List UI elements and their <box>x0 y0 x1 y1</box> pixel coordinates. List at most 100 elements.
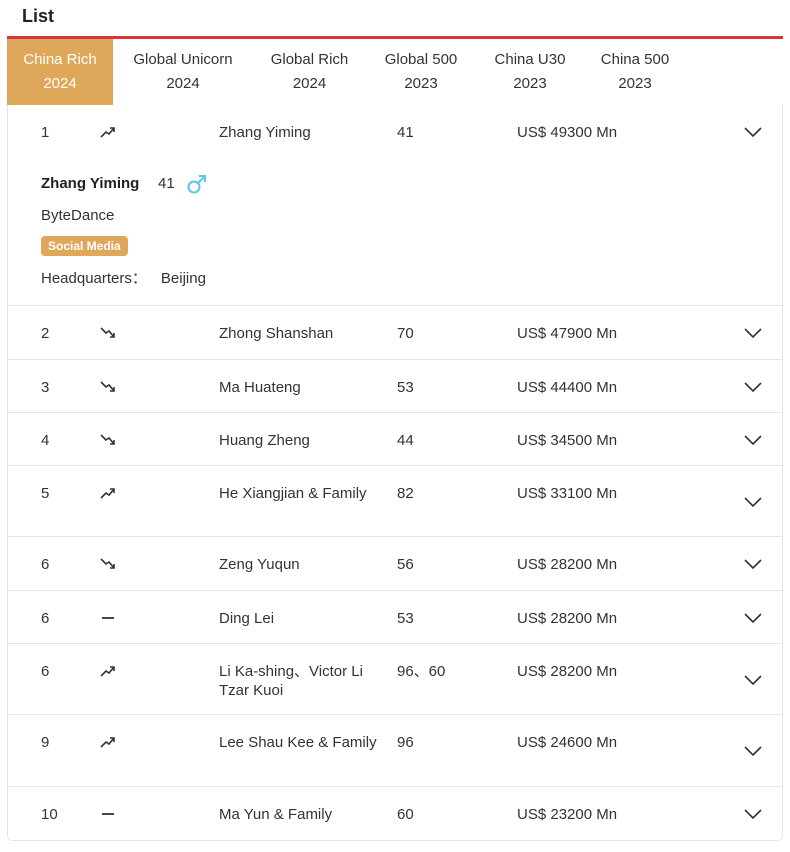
net-worth: US$ 28200 Mn <box>517 556 618 573</box>
trend-flat-icon <box>100 806 116 822</box>
page-title: List <box>22 6 55 26</box>
tab-label: China 500 <box>600 51 670 68</box>
trend-up-icon <box>100 124 116 140</box>
rank-number: 9 <box>41 734 50 751</box>
person-age: 53 <box>397 610 414 627</box>
tab-year: 2024 <box>292 75 327 92</box>
rank-number: 4 <box>41 432 50 449</box>
chevron-down-icon[interactable] <box>744 612 762 624</box>
person-age: 41 <box>397 124 414 141</box>
tab-china-500-2023[interactable]: China 500 2023 <box>590 39 680 105</box>
tab-label: Global Unicorn <box>133 51 233 68</box>
net-worth: US$ 34500 Mn <box>517 432 618 449</box>
person-name: Huang Zheng <box>219 432 310 449</box>
trend-down-icon <box>100 325 116 341</box>
chevron-down-icon[interactable] <box>744 808 762 820</box>
trend-down-icon <box>100 432 116 448</box>
rank-number: 6 <box>41 610 50 627</box>
tab-label: China U30 <box>494 51 566 68</box>
tab-global-rich-2024[interactable]: Global Rich 2024 <box>257 39 362 105</box>
person-name: Zhong Shanshan <box>219 325 334 342</box>
chevron-down-icon[interactable] <box>744 381 762 393</box>
list-row-8[interactable]: 6 Li Ka-shing、Victor Li Tzar Kuoi 96、60 … <box>8 644 782 715</box>
hq-label: Headquarters： <box>41 270 147 287</box>
list-tabs: China Rich 2024 Global Unicorn 2024 Glob… <box>7 36 783 105</box>
list-row-7[interactable]: 6 Ding Lei 53 US$ 28200 Mn <box>8 591 782 644</box>
rich-list: 1 Zhang Yiming 41 US$ 49300 Mn Zhang Yim… <box>7 105 783 841</box>
list-row-1[interactable]: 1 Zhang Yiming 41 US$ 49300 Mn Zhang Yim… <box>8 105 782 306</box>
hq-value: Beijing <box>160 270 206 287</box>
person-age: 70 <box>397 325 414 342</box>
industry-badge: Social Media <box>41 236 128 256</box>
tab-global-unicorn-2024[interactable]: Global Unicorn 2024 <box>117 39 249 105</box>
net-worth: US$ 49300 Mn <box>517 124 618 141</box>
person-name: Zhang Yiming <box>219 124 311 141</box>
list-row-6[interactable]: 6 Zeng Yuqun 56 US$ 28200 Mn <box>8 537 782 591</box>
detail-age: 41 <box>158 175 175 192</box>
net-worth: US$ 47900 Mn <box>517 325 618 342</box>
tab-year: 2023 <box>404 75 438 92</box>
list-row-3[interactable]: 3 Ma Huateng 53 US$ 44400 Mn <box>8 360 782 413</box>
net-worth: US$ 33100 Mn <box>517 485 618 502</box>
person-name: Li Ka-shing、Victor Li Tzar Kuoi <box>219 663 363 699</box>
person-age: 56 <box>397 556 414 573</box>
person-age: 44 <box>397 432 414 449</box>
chevron-down-icon[interactable] <box>744 745 762 757</box>
rank-number: 3 <box>41 379 50 396</box>
net-worth: US$ 28200 Mn <box>517 663 618 680</box>
person-name: He Xiangjian & Family <box>219 485 367 502</box>
chevron-down-icon[interactable] <box>744 496 762 508</box>
person-age: 82 <box>397 485 414 502</box>
person-detail-panel: Zhang Yiming 41 ByteDance Social Media H… <box>8 163 782 303</box>
person-name: Ma Huateng <box>219 379 301 396</box>
list-row-2[interactable]: 2 Zhong Shanshan 70 US$ 47900 Mn <box>8 306 782 360</box>
male-icon <box>186 173 208 195</box>
net-worth: US$ 28200 Mn <box>517 610 618 627</box>
person-age: 53 <box>397 379 414 396</box>
list-row-10[interactable]: 10 Ma Yun & Family 60 US$ 23200 Mn <box>8 787 782 840</box>
list-row-9[interactable]: 9 Lee Shau Kee & Family 96 US$ 24600 Mn <box>8 715 782 787</box>
rank-number: 6 <box>41 556 50 573</box>
rank-number: 6 <box>41 663 50 680</box>
person-name: Zeng Yuqun <box>219 556 300 573</box>
person-name: Ma Yun & Family <box>219 806 333 823</box>
tab-china-rich-2024[interactable]: China Rich 2024 <box>7 39 113 105</box>
trend-up-icon <box>100 663 116 679</box>
tab-label: China Rich <box>23 51 97 68</box>
tab-year: 2023 <box>513 75 547 92</box>
tab-year: 2024 <box>166 75 200 92</box>
detail-name: Zhang Yiming <box>41 175 140 192</box>
chevron-down-icon[interactable] <box>744 674 762 686</box>
list-row-4[interactable]: 4 Huang Zheng 44 US$ 34500 Mn <box>8 413 782 466</box>
trend-down-icon <box>100 556 116 572</box>
tab-year: 2023 <box>618 75 652 92</box>
net-worth: US$ 24600 Mn <box>517 734 618 751</box>
rank-number: 10 <box>41 806 58 823</box>
detail-company: ByteDance <box>41 207 115 224</box>
person-age: 60 <box>397 806 414 823</box>
tab-china-u30-2023[interactable]: China U30 2023 <box>484 39 576 105</box>
trend-up-icon <box>100 485 116 501</box>
person-name: Lee Shau Kee & Family <box>219 734 377 751</box>
tab-year: 2024 <box>43 75 77 92</box>
detail-headquarters: Headquarters： Beijing <box>41 267 206 288</box>
tab-label: Global Rich <box>270 51 349 68</box>
trend-up-icon <box>100 734 116 750</box>
net-worth: US$ 23200 Mn <box>517 806 618 823</box>
chevron-down-icon[interactable] <box>744 327 762 339</box>
chevron-down-icon[interactable] <box>744 126 762 138</box>
rank-number: 1 <box>41 124 50 141</box>
list-row-5[interactable]: 5 He Xiangjian & Family 82 US$ 33100 Mn <box>8 466 782 537</box>
rank-number: 5 <box>41 485 50 502</box>
trend-flat-icon <box>100 610 116 626</box>
chevron-down-icon[interactable] <box>744 434 762 446</box>
net-worth: US$ 44400 Mn <box>517 379 618 396</box>
trend-down-icon <box>100 379 116 395</box>
chevron-down-icon[interactable] <box>744 558 762 570</box>
tab-global-500-2023[interactable]: Global 500 2023 <box>373 39 469 105</box>
person-name: Ding Lei <box>219 610 275 627</box>
person-age: 96、60 <box>397 663 446 680</box>
tab-label: Global 500 <box>384 51 458 68</box>
rank-number: 2 <box>41 325 50 342</box>
person-age: 96 <box>397 734 414 751</box>
